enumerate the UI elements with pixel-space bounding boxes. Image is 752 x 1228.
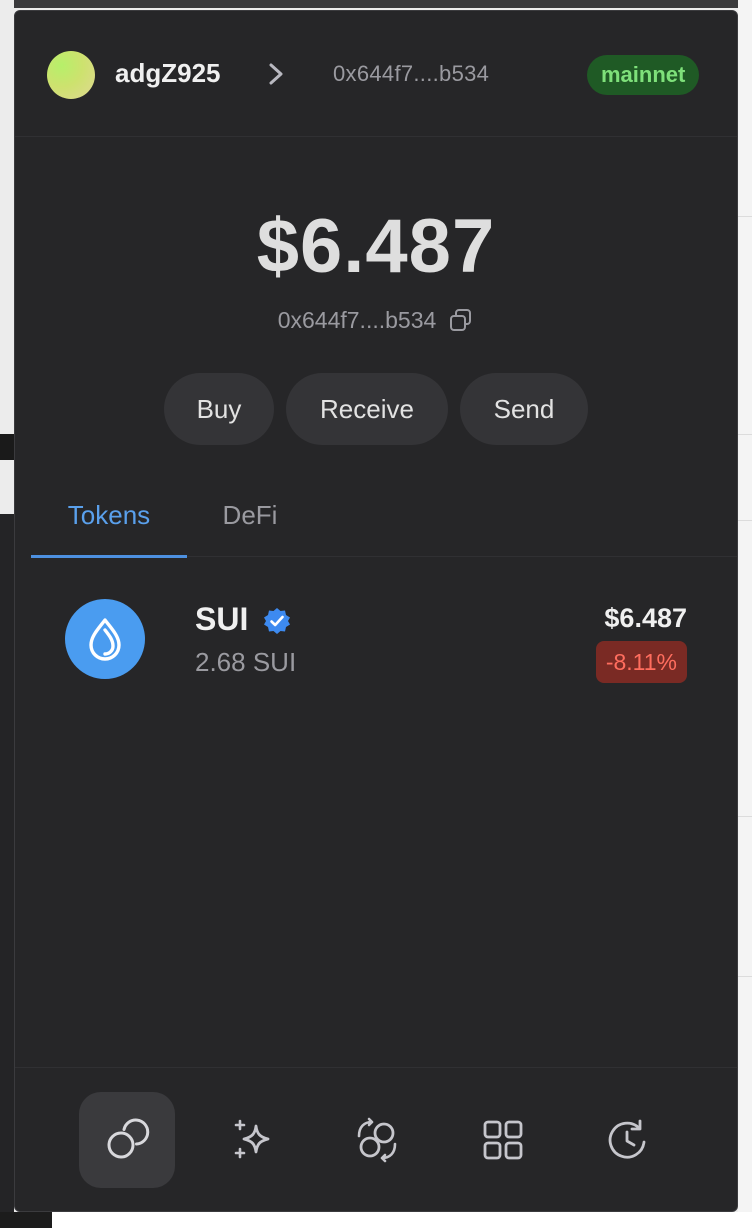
address-row: 0x644f7....b534 [15, 305, 737, 335]
browser-top-bar [0, 0, 752, 8]
wallet-popup: adgZ925 0x644f7....b534 mainnet $6.487 0… [14, 10, 738, 1212]
chevron-right-icon[interactable] [265, 61, 287, 87]
account-avatar[interactable] [47, 51, 95, 99]
nav-apps[interactable] [455, 1092, 551, 1188]
buy-button[interactable]: Buy [164, 373, 274, 445]
total-balance: $6.487 [256, 204, 496, 289]
bottom-navigation [15, 1067, 737, 1211]
token-value: $6.487 [604, 603, 687, 633]
background-page-right-edge [738, 0, 752, 1228]
verified-badge-icon [264, 608, 290, 634]
apps-grid-icon [483, 1120, 523, 1160]
history-icon [608, 1119, 646, 1159]
sui-droplet-icon [65, 599, 145, 679]
token-amount: 2.68 SUI [195, 647, 297, 677]
network-badge[interactable]: mainnet [587, 55, 700, 95]
account-name[interactable]: adgZ925 [115, 58, 221, 89]
token-row-sui[interactable]: SUI 2.68 SUI $6.487 -8.11% [15, 587, 737, 697]
nav-swap[interactable] [329, 1092, 425, 1188]
background-page-bottom-edge [0, 1212, 752, 1228]
nav-history[interactable] [579, 1092, 675, 1188]
receive-button[interactable]: Receive [286, 373, 448, 445]
header-address[interactable]: 0x644f7....b534 [333, 61, 489, 87]
send-button[interactable]: Send [460, 373, 588, 445]
copy-icon[interactable] [448, 307, 474, 333]
nav-discover[interactable] [205, 1092, 301, 1188]
swap-icon [357, 1117, 397, 1163]
token-symbol: SUI [195, 601, 249, 637]
token-change-badge: -8.11% [595, 641, 687, 683]
action-buttons: Buy Receive Send [15, 373, 737, 445]
asset-tabs: Tokens DeFi [31, 487, 737, 558]
wallet-address: 0x644f7....b534 [277, 306, 437, 333]
tab-tokens[interactable]: Tokens [31, 487, 187, 558]
background-page-left-edge [0, 0, 14, 1228]
tab-defi[interactable]: DeFi [207, 487, 293, 557]
coins-icon [107, 1118, 150, 1159]
account-header: adgZ925 0x644f7....b534 mainnet [15, 11, 737, 137]
nav-assets[interactable] [79, 1092, 175, 1188]
sparkles-icon [234, 1119, 270, 1159]
